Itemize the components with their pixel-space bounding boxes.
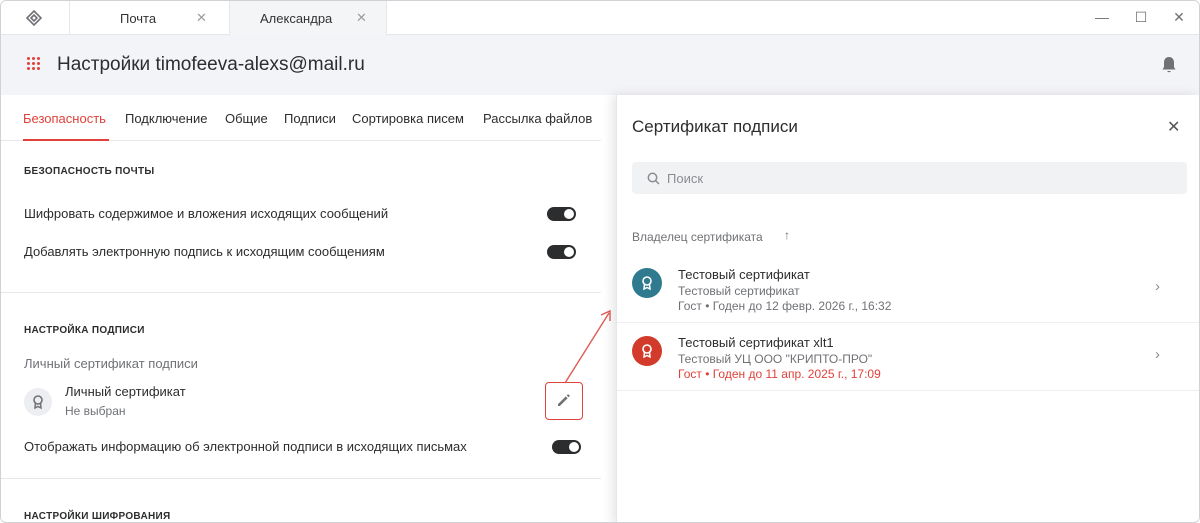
certificate-icon (632, 336, 662, 366)
cert-name: Личный сертификат (65, 384, 186, 399)
certificate-issuer: Тестовый УЦ ООО "КРИПТО-ПРО" (678, 352, 873, 366)
window-tab-alexandra[interactable]: Александра ✕ (229, 1, 387, 35)
panel-title: Сертификат подписи (632, 117, 798, 136)
annotation-arrow (564, 309, 611, 384)
window-tab-mail[interactable]: Почта ✕ (69, 1, 229, 35)
settings-tabs: Безопасность Подключение Общие Подписи С… (1, 95, 601, 141)
tab-file-mailing[interactable]: Рассылка файлов (483, 111, 592, 126)
encrypt-toggle[interactable] (547, 207, 576, 221)
apps-grid-icon[interactable] (27, 57, 41, 71)
cert-status: Не выбран (65, 404, 126, 418)
window-tab-label: Почта (120, 10, 157, 26)
close-tab-icon[interactable]: ✕ (196, 10, 207, 26)
active-tab-indicator (23, 139, 109, 141)
column-header-owner[interactable]: Владелец сертификата (632, 230, 763, 244)
certificate-issuer: Тестовый сертификат (678, 284, 800, 298)
settings-content: Безопасность Подключение Общие Подписи С… (1, 95, 616, 522)
tab-security[interactable]: Безопасность (23, 111, 106, 126)
window-tab-label: Александра (260, 10, 333, 26)
show-info-label: Отображать информацию об электронной под… (24, 439, 467, 454)
chevron-right-icon: › (1155, 278, 1160, 295)
tab-signatures[interactable]: Подписи (284, 111, 336, 126)
section-title-encryption: НАСТРОЙКИ ШИФРОВАНИЯ (24, 511, 171, 522)
encrypt-label: Шифровать содержимое и вложения исходящи… (24, 206, 389, 221)
certificate-icon (632, 268, 662, 298)
certificate-row[interactable]: Тестовый сертификат Тестовый сертификат … (617, 256, 1199, 323)
page-title: Настройки timofeeva-alexs@mail.ru (57, 54, 365, 75)
certificate-title: Тестовый сертификат (678, 267, 810, 282)
chevron-right-icon: › (1155, 346, 1160, 363)
certificate-validity: Гост • Годен до 12 февр. 2026 г., 16:32 (678, 299, 892, 313)
page-header: Настройки timofeeva-alexs@mail.ru (1, 35, 1199, 95)
sort-arrow-up-icon[interactable]: ↑ (784, 228, 790, 242)
personal-cert-label: Личный сертификат подписи (24, 356, 198, 371)
sign-toggle[interactable] (547, 245, 576, 259)
certificate-avatar-icon (24, 388, 52, 416)
certificate-title: Тестовый сертификат xlt1 (678, 335, 834, 350)
show-info-toggle[interactable] (552, 440, 581, 454)
close-tab-icon[interactable]: ✕ (356, 10, 367, 26)
bell-icon[interactable] (1161, 56, 1177, 74)
certificate-validity-expired: Гост • Годен до 11 апр. 2025 г., 17:09 (678, 367, 881, 381)
tab-connection[interactable]: Подключение (125, 111, 207, 126)
close-window-icon[interactable]: ✕ (1171, 9, 1187, 25)
minimize-icon[interactable]: — (1094, 9, 1110, 25)
section-title-signature: НАСТРОЙКА ПОДПИСИ (24, 325, 145, 336)
tab-sorting[interactable]: Сортировка писем (352, 111, 464, 126)
certificate-panel: Сертификат подписи ✕ Владелец сертификат… (616, 95, 1199, 522)
app-logo-icon (25, 9, 43, 27)
divider (1, 292, 601, 293)
search-input[interactable] (667, 168, 1167, 188)
section-title-mail-security: БЕЗОПАСНОСТЬ ПОЧТЫ (24, 166, 155, 177)
maximize-icon[interactable]: ☐ (1133, 9, 1149, 25)
close-panel-icon[interactable]: ✕ (1167, 117, 1180, 137)
sign-label: Добавлять электронную подпись к исходящи… (24, 244, 385, 259)
certificate-row[interactable]: Тестовый сертификат xlt1 Тестовый УЦ ООО… (617, 324, 1199, 391)
divider (1, 478, 601, 479)
title-bar: Почта ✕ Александра ✕ — ☐ ✕ (1, 1, 1199, 35)
tab-general[interactable]: Общие (225, 111, 268, 126)
app-window: Почта ✕ Александра ✕ — ☐ ✕ Настройки tim… (0, 0, 1200, 523)
search-icon (647, 172, 660, 185)
